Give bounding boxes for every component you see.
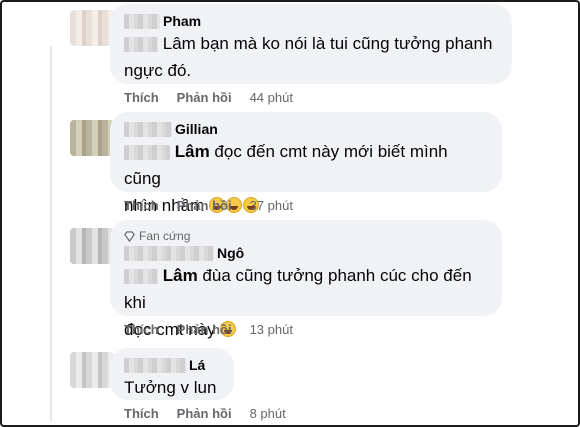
author-name[interactable]: Pham: [163, 13, 201, 29]
blurred-name: [124, 37, 158, 53]
like-button[interactable]: Thích: [124, 198, 159, 213]
comment-actions: Thích Phản hồi 37 phút: [124, 198, 293, 213]
comment-bubble: Pham Lâm bạn mà ko nói là tui cũng tưởng…: [110, 4, 512, 84]
like-button[interactable]: Thích: [124, 90, 159, 105]
author-row: Ngô: [124, 244, 488, 262]
mention-tag[interactable]: Lâm: [175, 142, 210, 161]
blurred-name: [124, 121, 172, 137]
comment-text: Tưởng v lun: [124, 374, 220, 401]
timestamp[interactable]: 44 phút: [250, 90, 293, 105]
author-name[interactable]: Gillian: [175, 121, 218, 137]
like-button[interactable]: Thích: [124, 322, 159, 337]
comment-bubble: Lá Tưởng v lun: [110, 348, 234, 400]
comment-bubble: Gillian Lâm đọc đến cmt này mới biết mìn…: [110, 112, 502, 215]
fan-badge-label: Fan cứng: [139, 229, 191, 243]
thread-line: [50, 46, 52, 421]
comment-line: Lâm bạn mà ko nói là tui cũng tưởng phan…: [162, 34, 493, 53]
avatar[interactable]: [70, 10, 114, 46]
timestamp[interactable]: 13 phút: [250, 322, 293, 337]
comment-actions: Thích Phản hồi 13 phút: [124, 322, 293, 337]
comment-line: Tưởng v lun: [124, 378, 217, 397]
author-row: Pham: [124, 12, 498, 30]
blurred-name: [124, 357, 186, 373]
timestamp[interactable]: 37 phút: [250, 198, 293, 213]
blurred-name: [124, 245, 214, 261]
author-row: Gillian: [124, 120, 488, 138]
like-button[interactable]: Thích: [124, 406, 159, 421]
author-row: Lá: [124, 356, 220, 374]
comment-bubble: Fan cứng Ngô Lâm đùa cũng tưởng phanh cú…: [110, 220, 502, 339]
reply-button[interactable]: Phản hồi: [177, 322, 232, 337]
timestamp[interactable]: 8 phút: [250, 406, 286, 421]
comment-line: ngực đó.: [124, 61, 192, 80]
mention-tag[interactable]: Lâm: [163, 266, 198, 285]
comment-text: Lâm bạn mà ko nói là tui cũng tưởng phan…: [124, 30, 498, 84]
comment-actions: Thích Phản hồi 44 phút: [124, 90, 293, 105]
avatar[interactable]: [70, 228, 114, 264]
avatar[interactable]: [70, 352, 114, 388]
blurred-name: [124, 145, 170, 161]
reply-button[interactable]: Phản hồi: [177, 406, 232, 421]
author-name[interactable]: Lá: [189, 357, 205, 373]
avatar[interactable]: [70, 120, 114, 156]
blurred-name: [124, 269, 158, 285]
diamond-icon: [124, 230, 135, 242]
author-name[interactable]: Ngô: [217, 245, 244, 261]
blurred-name: [124, 13, 160, 29]
comment-actions: Thích Phản hồi 8 phút: [124, 406, 286, 421]
comment-line: đọc đến cmt này mới biết mình cũng: [124, 142, 448, 188]
reply-button[interactable]: Phản hồi: [177, 90, 232, 105]
fan-badge: Fan cứng: [124, 228, 488, 244]
comment-thread: Pham Lâm bạn mà ko nói là tui cũng tưởng…: [0, 0, 580, 427]
reply-button[interactable]: Phản hồi: [177, 198, 232, 213]
